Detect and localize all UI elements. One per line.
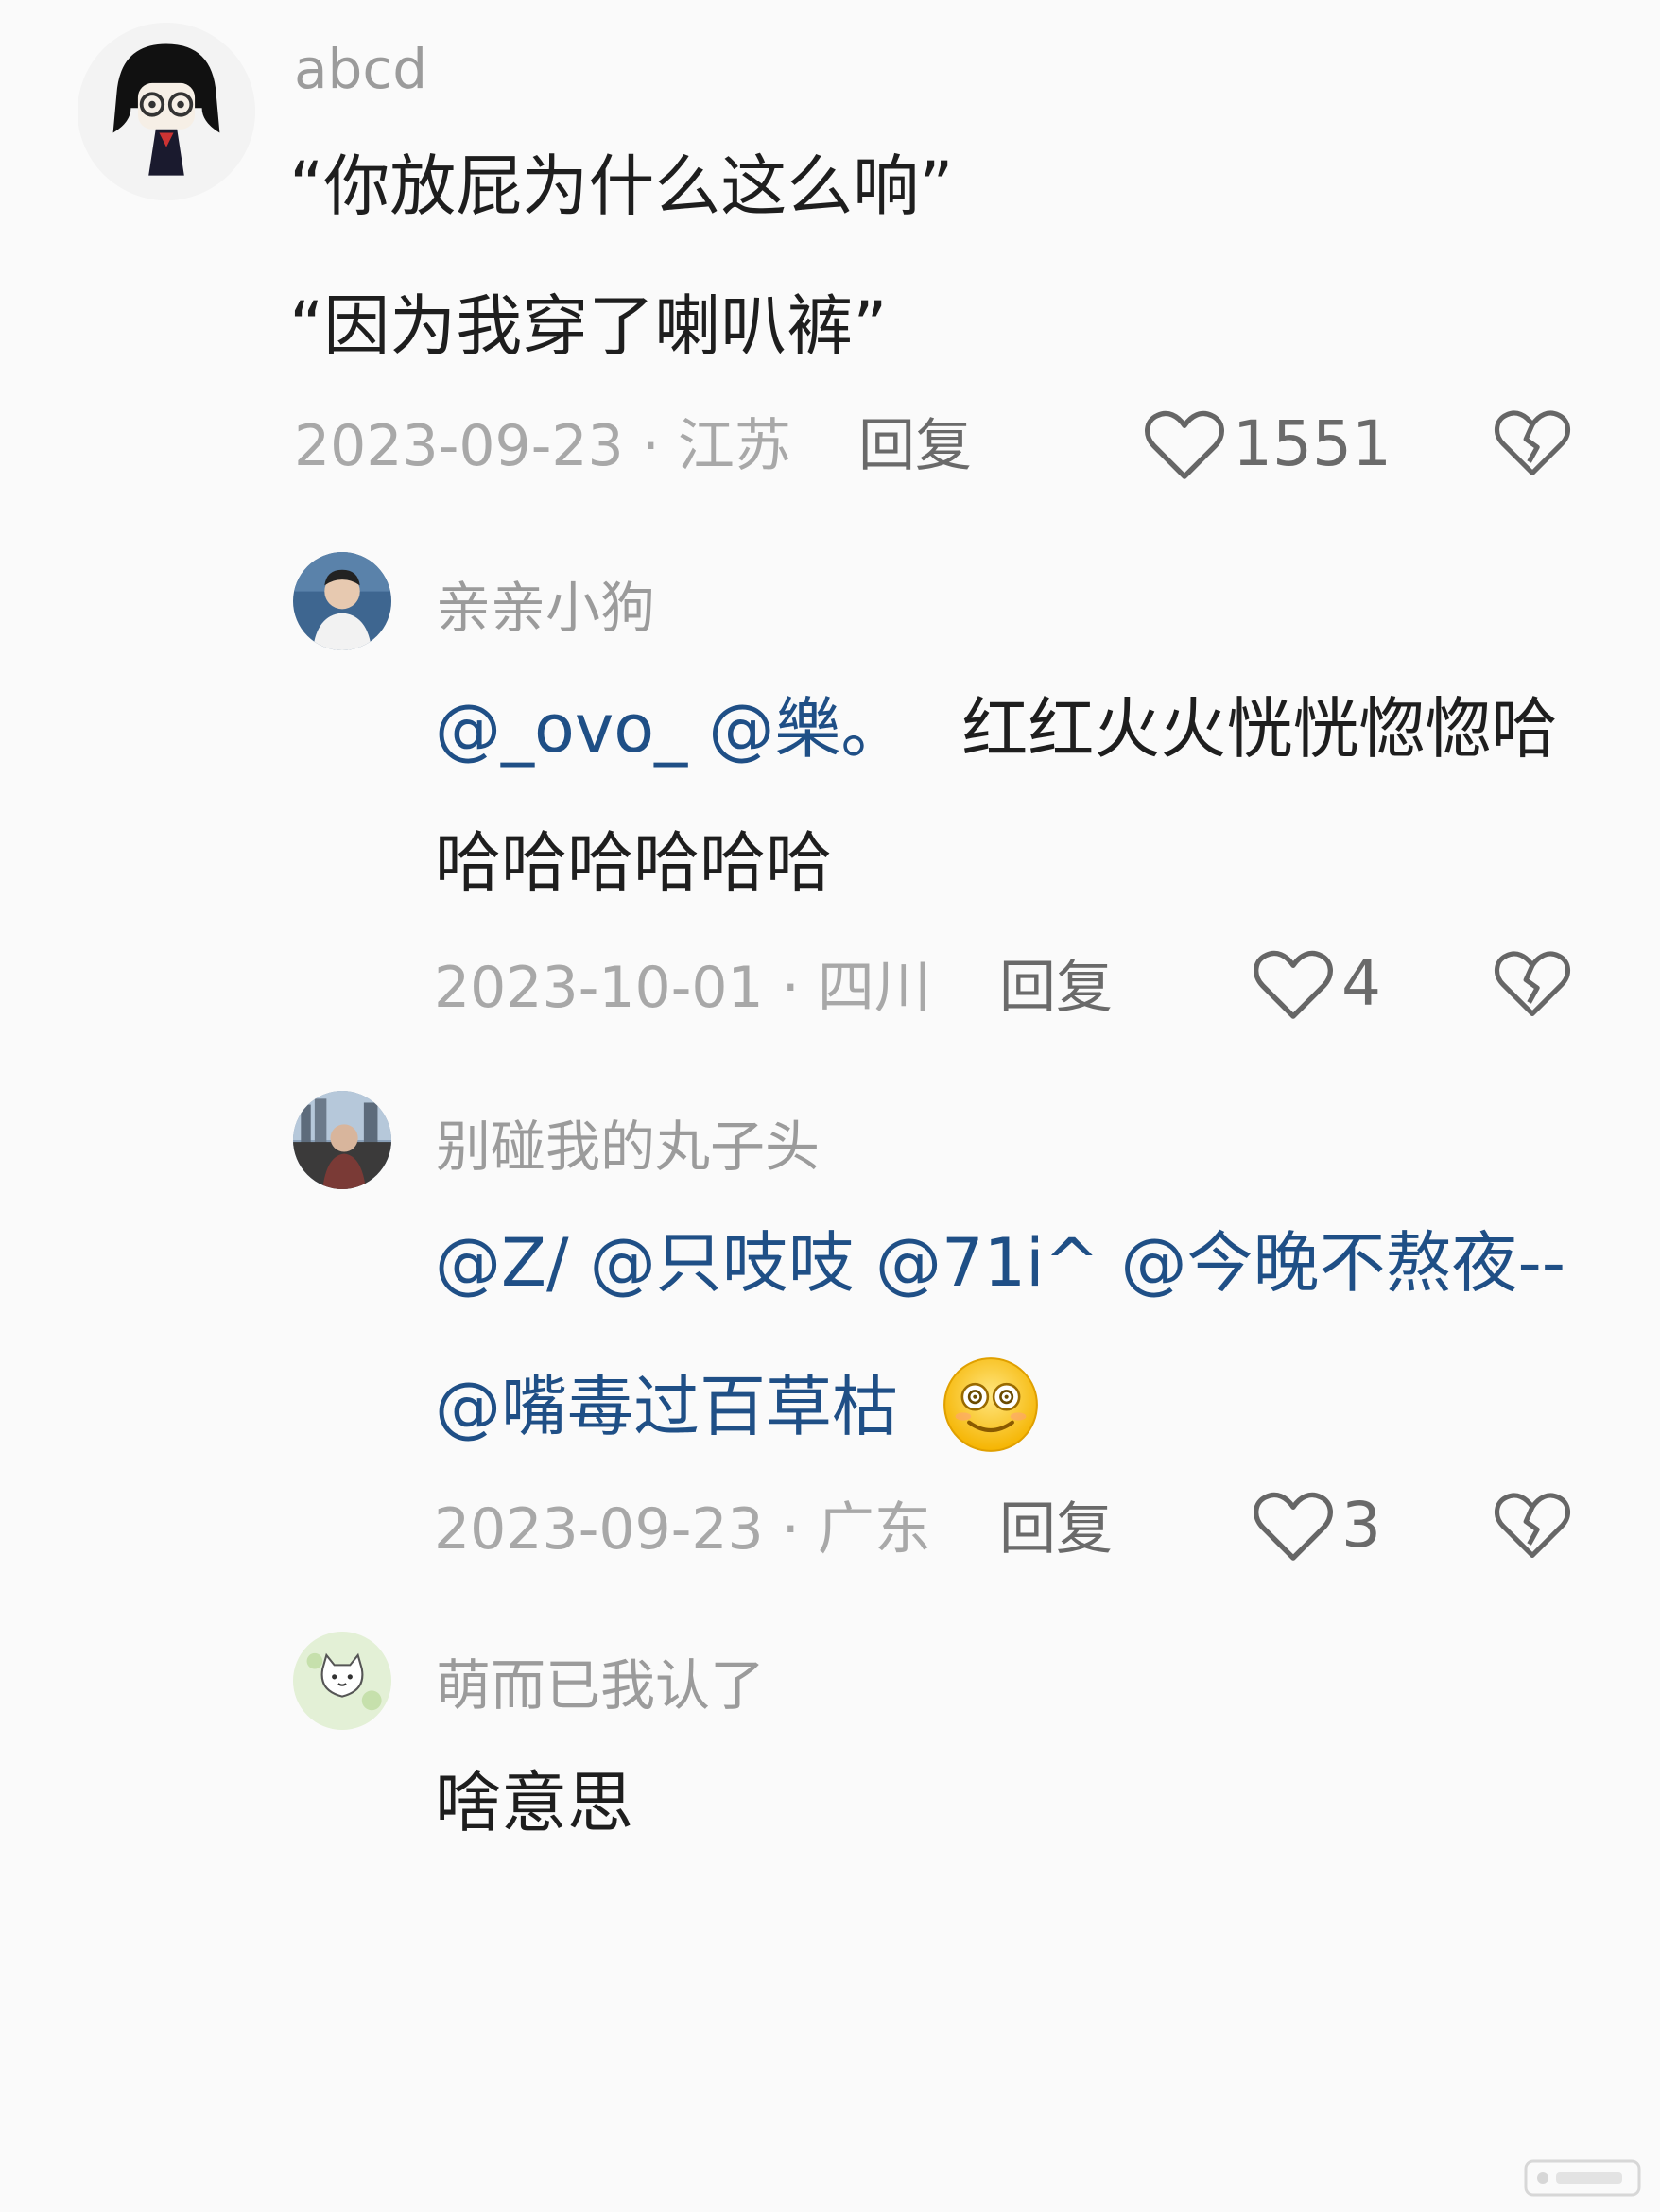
username[interactable]: 别碰我的丸子头 [436,1119,820,1174]
reply-button[interactable]: 回复 [858,418,972,475]
comment-text-line: @Z/ @只吱吱 @71i^ @今晚不熬夜-- [435,1230,1565,1296]
heart-outline-icon [1253,946,1334,1022]
mention-links[interactable]: @_ovo_ @樂。 [435,690,907,768]
username[interactable]: abcd [294,42,427,96]
broken-heart-icon [1494,405,1571,480]
avatar[interactable] [293,552,391,650]
comment-thread: abcd “你放屁为什么这么响” “因为我穿了喇叭裤” 2023-09-23 ·… [0,0,1660,2212]
like-count: 1551 [1233,407,1392,480]
username[interactable]: 萌而已我认了 [436,1658,765,1713]
broken-heart-icon [1494,1487,1571,1563]
avatar[interactable] [293,1091,391,1189]
comment-meta: 2023-10-01 · 四川 [434,955,931,1021]
like-button[interactable]: 3 [1253,1488,1381,1564]
like-button[interactable]: 4 [1253,946,1381,1022]
comment-text-line: “因为我穿了喇叭裤” [289,287,888,365]
comment-meta: 2023-09-23 · 江苏 [294,413,791,479]
broken-heart-icon [1494,945,1571,1021]
mention-link[interactable]: @嘴毒过百草枯 [435,1368,898,1445]
comment-text-line: @嘴毒过百草枯 [435,1374,898,1440]
reply-button[interactable]: 回复 [999,959,1113,1016]
like-count: 4 [1341,947,1381,1020]
heart-outline-icon [1144,406,1225,482]
username[interactable]: 亲亲小狗 [436,580,655,635]
mention-links[interactable]: @Z/ @只吱吱 @71i^ @今晚不熬夜-- [435,1224,1565,1302]
comment-meta: 2023-09-23 · 广东 [434,1496,931,1563]
heart-outline-icon [1253,1488,1334,1564]
dislike-button[interactable] [1494,405,1571,480]
avatar[interactable] [78,23,255,200]
comment-text-line: “你放屁为什么这么响” [289,147,954,225]
dislike-button[interactable] [1494,1487,1571,1563]
dislike-button[interactable] [1494,945,1571,1021]
comment-text-line: 哈哈哈哈哈哈 [435,824,832,902]
like-button[interactable]: 1551 [1144,406,1392,482]
comment-text-line: @_ovo_ @樂。 红红火火恍恍惚惚哈 [435,696,1557,762]
watermark-logo-icon [1524,2159,1641,2197]
avatar[interactable] [293,1632,391,1730]
like-count: 3 [1341,1489,1381,1562]
comment-text-line: 啥意思 [435,1764,633,1841]
comment-text: 红红火火恍恍惚惚哈 [961,690,1558,768]
smiling-face-emoji [942,1356,1040,1454]
reply-button[interactable]: 回复 [999,1501,1113,1558]
